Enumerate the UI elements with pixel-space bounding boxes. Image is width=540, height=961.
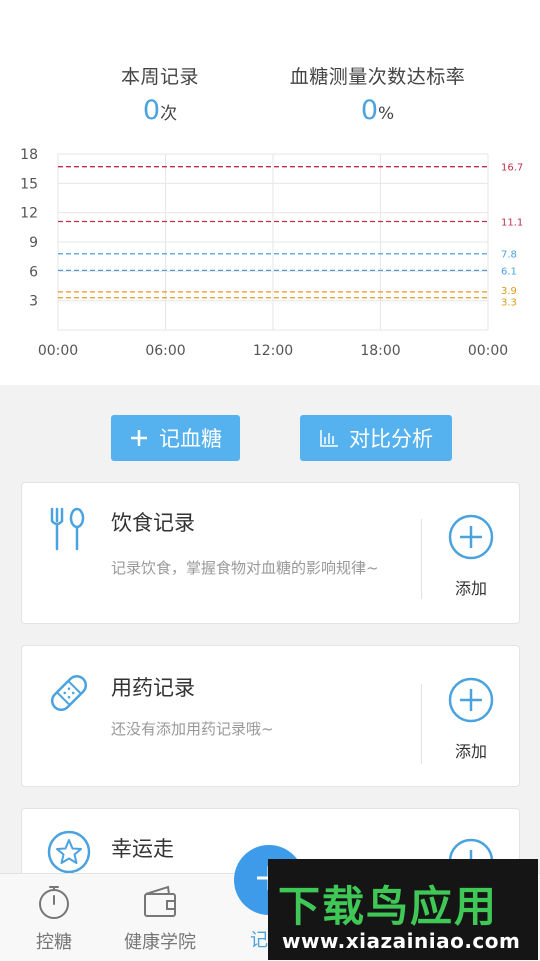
reference-line-label: 6.1 [501, 266, 517, 277]
diet-add-button[interactable]: 添加 [446, 513, 496, 599]
nav-item-sugar-control[interactable]: 控糖 [32, 884, 76, 954]
weekly-record-label: 本周记录 [120, 66, 199, 88]
stopwatch-icon [37, 886, 71, 924]
medication-record-card[interactable]: 用药记录 还没有添加用药记录哦~ 添加 [21, 645, 520, 787]
diet-add-label: 添加 [454, 579, 487, 598]
add-circle-icon [447, 677, 495, 728]
y-tick-label: 18 [20, 147, 38, 163]
compliance-rate-unit: % [378, 104, 395, 124]
diet-record-card[interactable]: 饮食记录 记录饮食，掌握食物对血糖的影响规律~ 添加 [21, 482, 520, 624]
record-glucose-button[interactable]: 记血糖 [111, 415, 240, 461]
x-tick-label: 00:00 [468, 343, 508, 359]
reference-line-label: 3.9 [501, 286, 517, 297]
add-circle-icon [447, 514, 495, 565]
nav-label-health-academy: 健康学院 [124, 932, 196, 953]
compliance-rate-label: 血糖测量次数达标率 [289, 66, 466, 88]
diet-record-description: 记录饮食，掌握食物对血糖的影响规律~ [111, 559, 379, 577]
watermark-title: 下载鸟应用 [278, 882, 499, 931]
reference-line-label: 3.3 [501, 298, 517, 309]
nav-label-sugar-control: 控糖 [36, 932, 72, 953]
plus-icon [129, 428, 149, 448]
watermark-banner: 下载鸟应用 www.xiazainiao.com [268, 859, 538, 960]
reference-line-label: 7.8 [501, 250, 517, 261]
weekly-record-stat: 本周记录 0次 [100, 62, 220, 126]
y-tick-label: 9 [29, 235, 38, 251]
x-tick-label: 00:00 [38, 343, 78, 359]
y-tick-label: 15 [20, 176, 38, 192]
weekly-record-value: 0 [142, 95, 161, 126]
weekly-record-unit: 次 [160, 104, 178, 124]
wallet-icon [142, 885, 178, 924]
watermark-url: www.xiazainiao.com [282, 929, 521, 953]
star-icon [46, 829, 92, 879]
compliance-rate-value: 0 [360, 95, 379, 126]
y-tick-label: 12 [20, 206, 38, 222]
y-tick-label: 3 [29, 294, 38, 310]
reference-line-label: 11.1 [501, 217, 523, 228]
card-divider [421, 684, 422, 764]
medication-add-label: 添加 [454, 742, 487, 761]
blood-glucose-chart: 18 15 12 9 6 3 00:00 06:00 12:00 18:00 00:00 16.7 11… [20, 147, 523, 359]
medication-record-description: 还没有添加用药记录哦~ [111, 720, 274, 738]
medication-record-title: 用药记录 [111, 676, 195, 700]
record-glucose-label: 记血糖 [159, 427, 222, 451]
x-tick-label: 18:00 [360, 343, 400, 359]
compare-analysis-label: 对比分析 [349, 427, 433, 451]
x-tick-label: 12:00 [253, 343, 293, 359]
y-tick-label: 6 [29, 264, 38, 280]
compliance-rate-stat: 血糖测量次数达标率 0% [270, 62, 485, 126]
lucky-walk-title: 幸运走 [111, 837, 174, 861]
nav-item-health-academy[interactable]: 健康学院 [118, 884, 202, 954]
diet-record-title: 饮食记录 [111, 511, 195, 535]
x-tick-label: 06:00 [145, 343, 185, 359]
medication-add-button[interactable]: 添加 [446, 676, 496, 762]
reference-line-label: 16.7 [501, 163, 523, 174]
fork-spoon-icon [46, 505, 92, 555]
bar-chart-icon [319, 428, 339, 448]
compare-analysis-button[interactable]: 对比分析 [300, 415, 452, 461]
card-divider [421, 519, 422, 599]
bandage-icon [46, 670, 92, 720]
